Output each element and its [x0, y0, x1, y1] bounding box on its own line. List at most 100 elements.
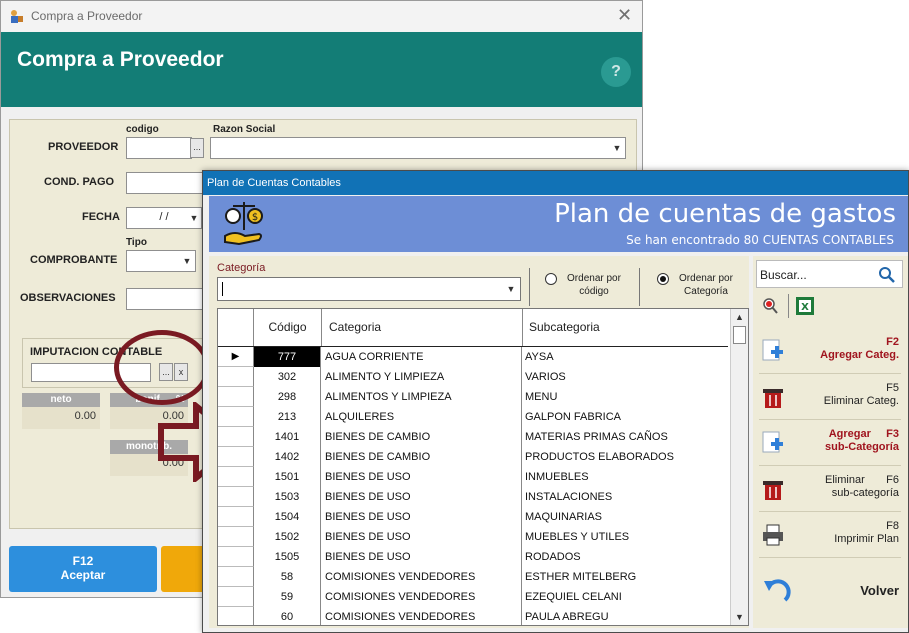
cell-subcategoria[interactable]: INMUEBLES	[523, 467, 728, 487]
cell-subcategoria[interactable]: MATERIAS PRIMAS CAÑOS	[523, 427, 728, 447]
imputacion-clear-button[interactable]: x	[174, 363, 188, 381]
table-row[interactable]: 1401 BIENES DE CAMBIO MATERIAS PRIMAS CAÑO…	[218, 427, 728, 447]
chevron-down-icon[interactable]: ▼	[187, 208, 201, 228]
row-selector[interactable]	[218, 607, 254, 625]
cell-subcategoria[interactable]: AYSA	[523, 347, 728, 367]
table-row[interactable]: 302 ALIMENTO Y LIMPIEZA VARIOS	[218, 367, 728, 387]
column-header-categoria[interactable]: Categoria	[322, 309, 523, 346]
table-row[interactable]: 58 COMISIONES VENDEDORES ESTHER MITELBERG	[218, 567, 728, 587]
imputacion-lookup-button[interactable]: ...	[159, 363, 173, 381]
print-plan-button[interactable]: F8 Imprimir Plan	[759, 514, 901, 558]
razon-social-select[interactable]	[210, 137, 626, 159]
row-selector[interactable]	[218, 567, 254, 587]
delete-subcategory-button[interactable]: Eliminar F6 sub-categoría	[759, 468, 901, 512]
clear-search-icon[interactable]	[761, 296, 781, 316]
cell-categoria[interactable]: ALQUILERES	[322, 407, 522, 427]
chevron-down-icon[interactable]: ▼	[180, 251, 194, 271]
table-row[interactable]: 1504 BIENES DE USO MAQUINARIAS	[218, 507, 728, 527]
row-selector[interactable]	[218, 387, 254, 407]
chevron-down-icon[interactable]: ▼	[504, 280, 518, 298]
scroll-down-icon[interactable]: ▼	[731, 609, 748, 625]
cell-categoria[interactable]: AGUA CORRIENTE	[322, 347, 522, 367]
cell-categoria[interactable]: BIENES DE USO	[322, 507, 522, 527]
cell-codigo[interactable]: 1501	[254, 467, 321, 487]
cell-categoria[interactable]: BIENES DE USO	[322, 547, 522, 567]
cell-categoria[interactable]: BIENES DE USO	[322, 467, 522, 487]
help-icon[interactable]: ?	[601, 57, 631, 87]
cell-subcategoria[interactable]: VARIOS	[523, 367, 728, 387]
cell-codigo[interactable]: 1503	[254, 487, 321, 507]
cond-pago-input[interactable]	[126, 172, 206, 194]
excel-icon[interactable]: X	[795, 296, 815, 316]
table-row[interactable]: 213 ALQUILERES GALPON FABRICA	[218, 407, 728, 427]
current-row-indicator-icon[interactable]: ▶	[218, 347, 254, 367]
cell-categoria[interactable]: ALIMENTOS Y LIMPIEZA	[322, 387, 522, 407]
table-row[interactable]: 1505 BIENES DE USO RODADOS	[218, 547, 728, 567]
row-selector[interactable]	[218, 467, 254, 487]
sort-by-code-radio[interactable]	[545, 273, 557, 285]
cell-codigo[interactable]: 1505	[254, 547, 321, 567]
cell-categoria[interactable]: BIENES DE USO	[322, 527, 522, 547]
table-row[interactable]: 59 COMISIONES VENDEDORES EZEQUIEL CELANI	[218, 587, 728, 607]
close-icon[interactable]: ✕	[617, 5, 632, 26]
cell-subcategoria[interactable]: PRODUCTOS ELABORADOS	[523, 447, 728, 467]
cell-categoria[interactable]: BIENES DE CAMBIO	[322, 447, 522, 467]
cell-codigo[interactable]: 1504	[254, 507, 321, 527]
cell-subcategoria[interactable]: INSTALACIONES	[523, 487, 728, 507]
cell-codigo[interactable]: 213	[254, 407, 321, 427]
sort-by-category-radio[interactable]	[657, 273, 669, 285]
row-selector[interactable]	[218, 367, 254, 387]
scroll-up-icon[interactable]: ▲	[731, 309, 748, 325]
search-icon[interactable]	[878, 266, 896, 284]
row-selector[interactable]	[218, 407, 254, 427]
row-selector[interactable]	[218, 447, 254, 467]
cell-codigo[interactable]: 60	[254, 607, 321, 625]
cell-codigo[interactable]: 1502	[254, 527, 321, 547]
row-selector[interactable]	[218, 507, 254, 527]
cell-categoria[interactable]: ALIMENTO Y LIMPIEZA	[322, 367, 522, 387]
cell-subcategoria[interactable]: ESTHER MITELBERG	[523, 567, 728, 587]
table-row[interactable]: ▶ 777 AGUA CORRIENTE AYSA	[218, 347, 728, 367]
cell-codigo[interactable]: 777	[254, 347, 321, 367]
cell-codigo[interactable]: 298	[254, 387, 321, 407]
row-selector[interactable]	[218, 487, 254, 507]
cell-subcategoria[interactable]: GALPON FABRICA	[523, 407, 728, 427]
cell-categoria[interactable]: BIENES DE USO	[322, 487, 522, 507]
chevron-down-icon[interactable]: ▼	[610, 138, 624, 158]
table-row[interactable]: 1502 BIENES DE USO MUEBLES Y UTILES	[218, 527, 728, 547]
cell-subcategoria[interactable]: RODADOS	[523, 547, 728, 567]
table-row[interactable]: 1501 BIENES DE USO INMUEBLES	[218, 467, 728, 487]
scroll-thumb[interactable]	[733, 326, 746, 344]
row-selector[interactable]	[218, 527, 254, 547]
cell-categoria[interactable]: COMISIONES VENDEDORES	[322, 607, 522, 625]
cell-subcategoria[interactable]: MAQUINARIAS	[523, 507, 728, 527]
cell-subcategoria[interactable]: PAULA ABREGU	[523, 607, 728, 625]
table-row[interactable]: 298 ALIMENTOS Y LIMPIEZA MENU	[218, 387, 728, 407]
search-input[interactable]: Buscar...	[756, 260, 903, 288]
add-subcategory-button[interactable]: Agregar F3 sub-Categoría	[759, 422, 901, 466]
categoria-select[interactable]: ▼	[217, 277, 521, 301]
imputacion-input[interactable]	[31, 363, 151, 382]
cell-codigo[interactable]: 302	[254, 367, 321, 387]
row-selector[interactable]	[218, 427, 254, 447]
cell-categoria[interactable]: COMISIONES VENDEDORES	[322, 567, 522, 587]
proveedor-lookup-button[interactable]: ...	[190, 138, 204, 158]
cell-codigo[interactable]: 1402	[254, 447, 321, 467]
table-row[interactable]: 60 COMISIONES VENDEDORES PAULA ABREGU	[218, 607, 728, 625]
cell-categoria[interactable]: COMISIONES VENDEDORES	[322, 587, 522, 607]
cell-subcategoria[interactable]: MUEBLES Y UTILES	[523, 527, 728, 547]
cell-codigo[interactable]: 58	[254, 567, 321, 587]
accept-button[interactable]: F12 Aceptar	[9, 546, 157, 592]
back-button[interactable]: Volver	[759, 570, 901, 614]
row-selector[interactable]	[218, 587, 254, 607]
proveedor-code-input[interactable]	[126, 137, 192, 159]
table-row[interactable]: 1503 BIENES DE USO INSTALACIONES	[218, 487, 728, 507]
row-selector[interactable]	[218, 547, 254, 567]
cell-subcategoria[interactable]: MENU	[523, 387, 728, 407]
cell-codigo[interactable]: 59	[254, 587, 321, 607]
table-row[interactable]: 1402 BIENES DE CAMBIO PRODUCTOS ELABORADOS	[218, 447, 728, 467]
delete-category-button[interactable]: F5 Eliminar Categ.	[759, 376, 901, 420]
observaciones-input[interactable]	[126, 288, 206, 310]
add-category-button[interactable]: F2 Agregar Categ.	[759, 330, 901, 374]
column-header-subcategoria[interactable]: Subcategoria	[523, 309, 728, 346]
